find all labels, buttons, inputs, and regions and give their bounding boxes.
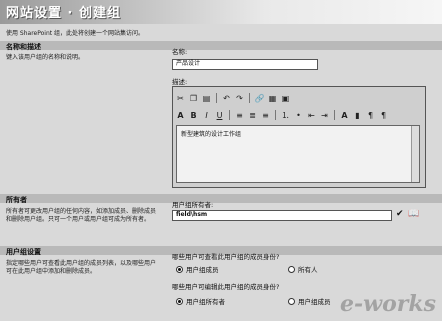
ltr-icon[interactable]: ¶ [365,110,376,121]
section-desc-owner: 所有者可更改用户组的任何内容，如添加成员、删除成员和删除用户组。只可一个用户或用… [6,208,157,223]
section-desc-settings: 指定哪些用户可查看此用户组的成员列表，以及哪些用户可在此用户组中添加和删除成员。 [6,260,157,275]
check-names-icon[interactable]: ✔ [396,209,404,219]
radio-label: 所有人 [298,266,318,274]
indent-icon[interactable]: ⇥ [319,110,330,121]
view-membership-question: 哪些用户可查看此用户组的成员身份? [172,253,280,261]
rtl-icon[interactable]: ¶ [378,110,389,121]
underline-icon[interactable]: U [214,110,225,121]
edit-membership-question: 哪些用户可编辑此用户组的成员身份? [172,283,280,291]
toolbar-separator [229,110,230,120]
editor-scrollbar[interactable] [411,126,419,182]
align-right-icon[interactable]: ≡ [260,110,271,121]
page-title: 网站设置 · 创建组 [6,6,121,21]
radio-label: 用户组成员 [298,298,331,306]
description-label: 描述: [172,78,188,86]
edit-option-owner[interactable]: 用户组所有者 [176,296,225,306]
radio-icon[interactable] [288,265,295,273]
cut-icon[interactable]: ✂ [175,93,186,104]
section-divider [0,41,442,50]
redo-icon[interactable]: ↷ [234,93,245,104]
owner-label: 用户组所有者: [172,201,214,209]
table-icon[interactable]: ▦ [267,93,278,104]
outdent-icon[interactable]: ⇤ [306,110,317,121]
link-icon[interactable]: 🔗 [254,93,265,104]
editor-toolbar-row2: A B I U ≡ ≣ ≡ ⒈ • ⇤ ⇥ A ▮ ¶ ¶ [175,107,423,123]
toolbar-separator [249,93,250,103]
description-textarea[interactable]: 新型建筑的设计工作组 [176,125,420,183]
font-color-icon[interactable]: A [175,110,186,121]
section-title-name: 名称和描述 [6,43,41,51]
name-label: 名称: [172,48,188,56]
align-left-icon[interactable]: ≡ [234,110,245,121]
edit-option-members[interactable]: 用户组成员 [288,296,331,306]
section-desc-name: 键入该用户组的名称和说明。 [6,54,85,61]
view-option-members[interactable]: 用户组成员 [176,264,219,274]
watermark-logo: e-works [340,291,436,317]
browse-icon[interactable]: 📖 [408,209,419,219]
toolbar-separator [334,110,335,120]
paste-icon[interactable]: ▤ [201,93,212,104]
section-title-owner: 所有者 [6,196,27,204]
highlight-icon[interactable]: ▮ [352,110,363,121]
toolbar-separator [216,93,217,103]
editor-toolbar-row1: ✂ ❐ ▤ ↶ ↷ 🔗 ▦ ▣ [175,90,423,106]
bullet-list-icon[interactable]: • [293,110,304,121]
intro-text: 使用 SharePoint 组，此处将创建一个网站集访问。 [6,30,145,37]
radio-label: 用户组成员 [186,266,219,274]
rich-text-editor: ✂ ❐ ▤ ↶ ↷ 🔗 ▦ ▣ A B I U ≡ ≣ ≡ ⒈ • ⇤ ⇥ A … [172,86,426,188]
toolbar-separator [275,110,276,120]
name-input[interactable]: 产品设计 [172,59,318,70]
bold-icon[interactable]: B [188,110,199,121]
radio-icon[interactable] [288,297,295,305]
image-icon[interactable]: ▣ [280,93,291,104]
section-divider [0,194,442,203]
italic-icon[interactable]: I [201,110,212,121]
numbered-list-icon[interactable]: ⒈ [280,110,291,121]
align-center-icon[interactable]: ≣ [247,110,258,121]
owner-input[interactable]: field\hsm [172,210,392,221]
radio-icon[interactable] [176,265,183,273]
copy-icon[interactable]: ❐ [188,93,199,104]
radio-icon[interactable] [176,297,183,305]
view-option-everyone[interactable]: 所有人 [288,264,318,274]
text-color-icon[interactable]: A [339,110,350,121]
description-text: 新型建筑的设计工作组 [181,131,242,138]
section-title-settings: 用户组设置 [6,248,41,256]
undo-icon[interactable]: ↶ [221,93,232,104]
radio-label: 用户组所有者 [186,298,225,306]
